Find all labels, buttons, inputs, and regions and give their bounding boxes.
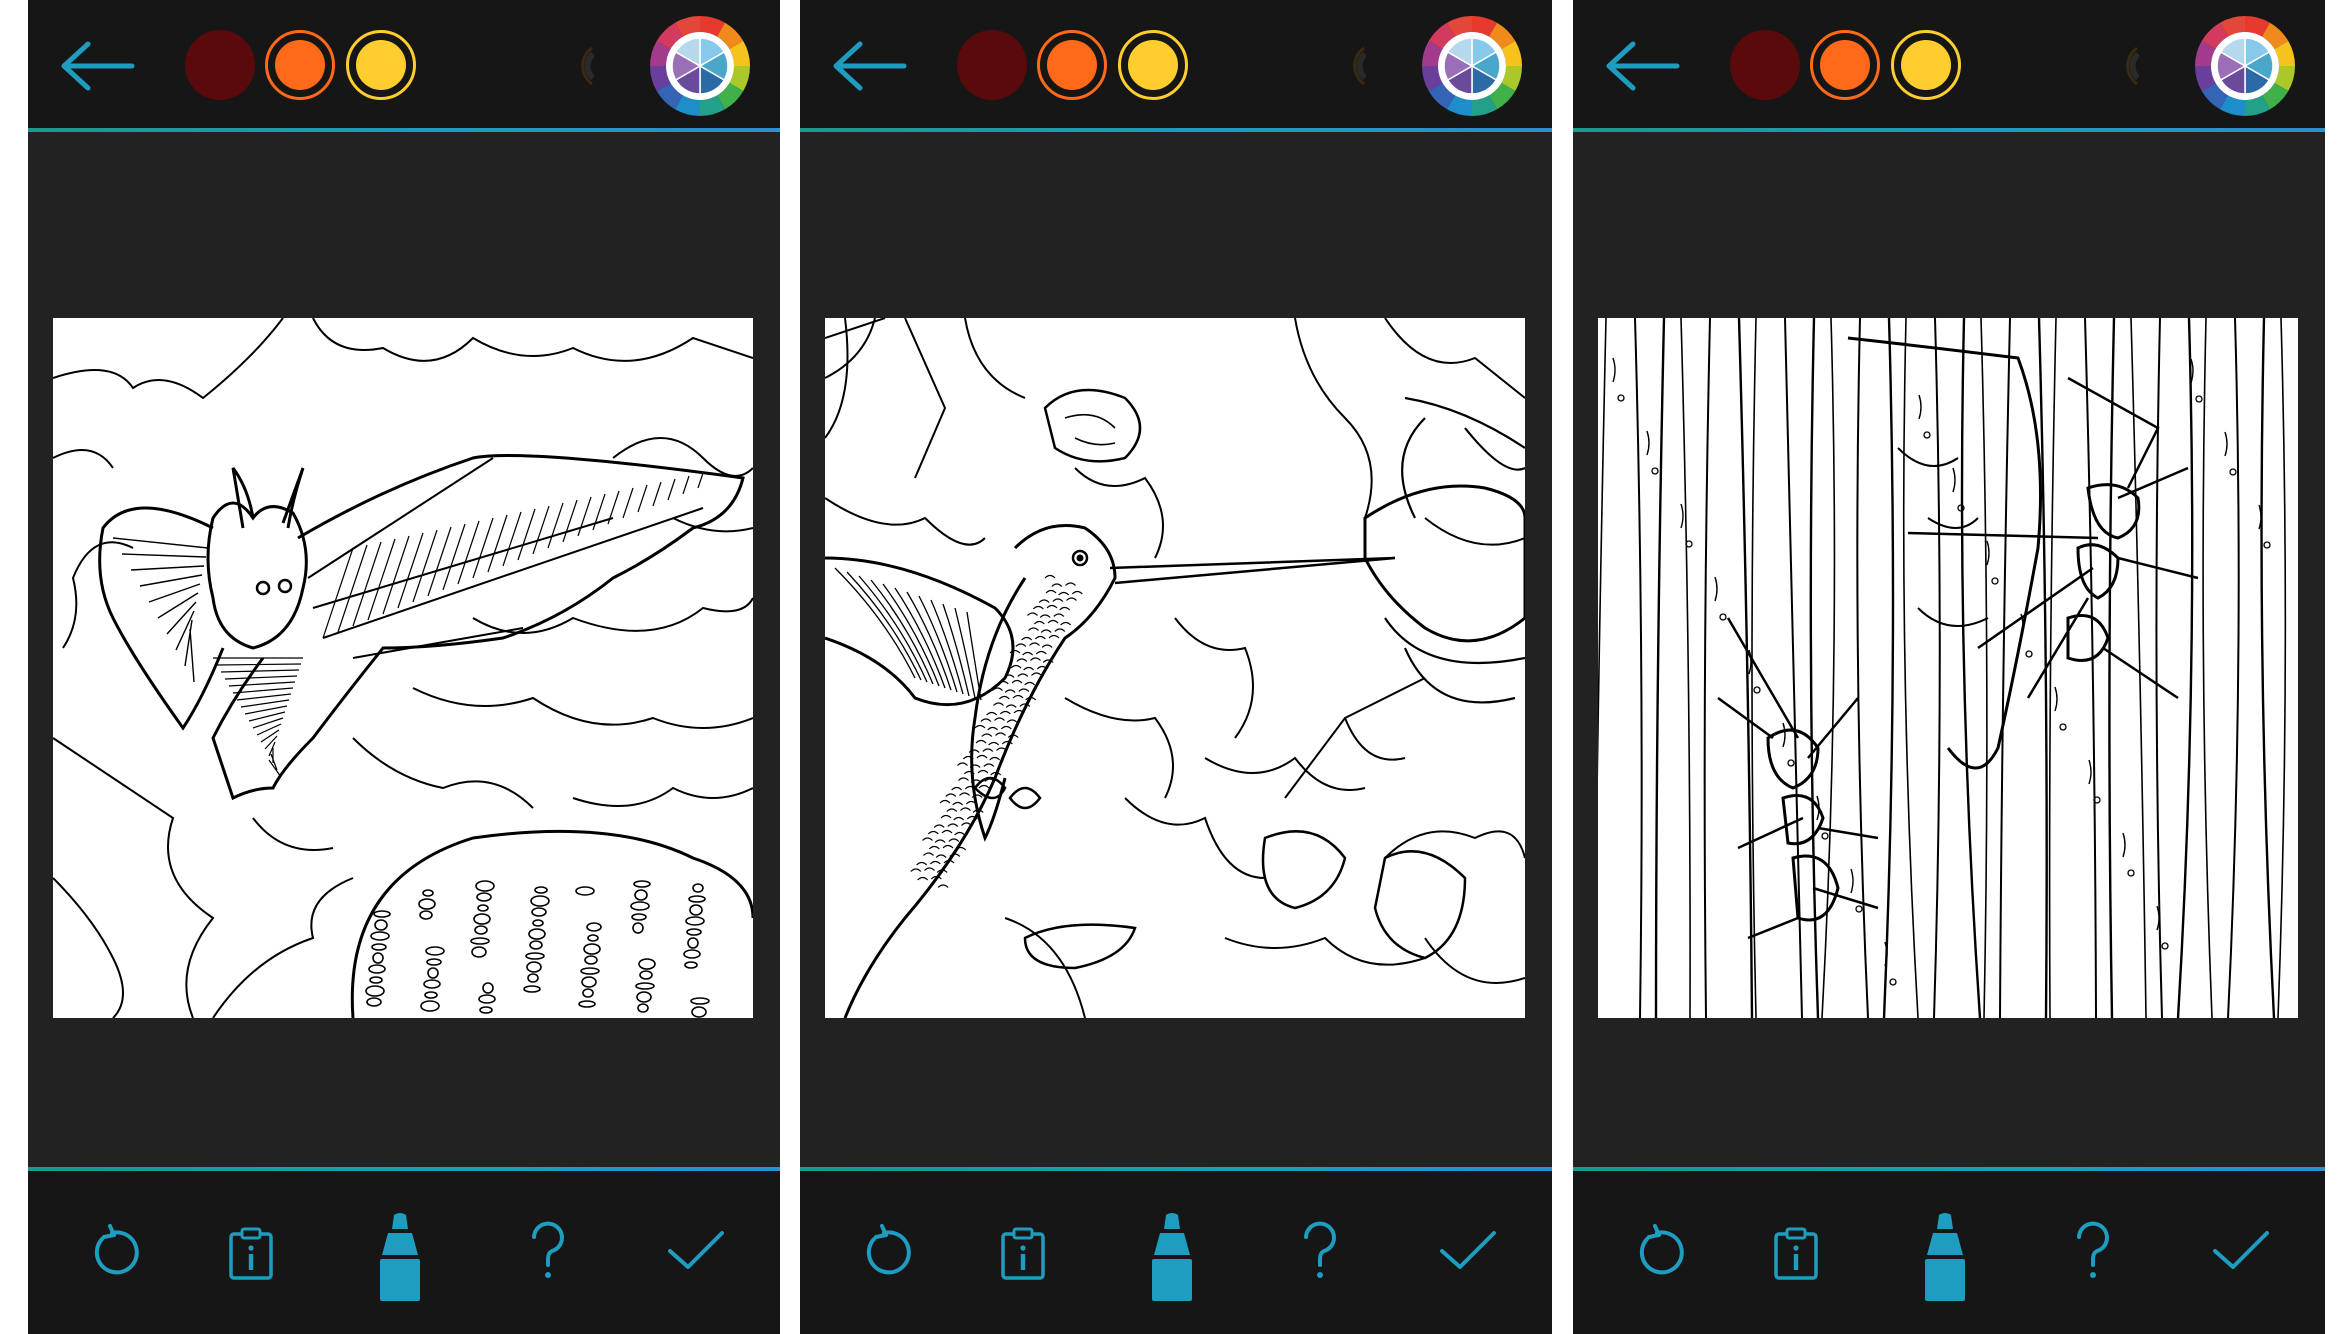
- undo-button[interactable]: [1633, 1223, 1689, 1279]
- back-button[interactable]: [830, 36, 910, 96]
- color-wheel-button[interactable]: [2193, 14, 2297, 118]
- undo-button[interactable]: [88, 1223, 144, 1279]
- color-swatch-partial[interactable]: [1352, 46, 1366, 86]
- color-swatch[interactable]: [1891, 30, 1961, 100]
- help-button[interactable]: [2073, 1221, 2113, 1281]
- info-button[interactable]: [228, 1227, 274, 1281]
- back-button[interactable]: [1603, 36, 1683, 96]
- checkmark-icon: [1440, 1231, 1496, 1269]
- screen-ants: [1573, 0, 2325, 1334]
- marker-icon: [1152, 1213, 1192, 1301]
- color-swatch[interactable]: [1810, 30, 1880, 100]
- undo-icon: [94, 1224, 139, 1275]
- help-button[interactable]: [528, 1221, 568, 1281]
- done-button[interactable]: [1438, 1229, 1498, 1273]
- top-toolbar: [1573, 0, 2325, 128]
- help-icon: [1304, 1221, 1336, 1278]
- checkmark-icon: [668, 1231, 724, 1269]
- marker-icon: [1925, 1213, 1965, 1301]
- color-wheel-button[interactable]: [648, 14, 752, 118]
- info-button[interactable]: [1000, 1227, 1046, 1281]
- screen-hummingbird: [800, 0, 1552, 1334]
- top-toolbar: [28, 0, 780, 128]
- coloring-page-hummingbird: [825, 318, 1525, 1018]
- color-wheel-button[interactable]: [1420, 14, 1524, 118]
- done-button[interactable]: [2211, 1229, 2271, 1273]
- back-button[interactable]: [58, 36, 138, 96]
- bottom-toolbar: [800, 1171, 1552, 1334]
- undo-icon: [1639, 1224, 1684, 1275]
- help-icon: [2077, 1221, 2109, 1278]
- marker-tool[interactable]: [1148, 1211, 1196, 1303]
- checkmark-icon: [2213, 1231, 2269, 1269]
- color-swatch-partial[interactable]: [580, 46, 594, 86]
- info-clipboard-icon: [1001, 1227, 1045, 1280]
- back-arrow-icon: [61, 41, 135, 91]
- info-button[interactable]: [1773, 1227, 1819, 1281]
- color-swatch[interactable]: [1730, 30, 1800, 100]
- bottom-toolbar: [28, 1171, 780, 1334]
- coloring-page-ants: [1598, 318, 2287, 1018]
- top-divider: [800, 128, 1552, 132]
- marker-icon: [380, 1213, 420, 1301]
- coloring-canvas[interactable]: [1598, 318, 2298, 1018]
- undo-icon: [866, 1224, 911, 1275]
- help-button[interactable]: [1300, 1221, 1340, 1281]
- color-wheel-icon: [2195, 16, 2295, 116]
- coloring-canvas[interactable]: [53, 318, 753, 1018]
- color-wheel-icon: [650, 16, 750, 116]
- done-button[interactable]: [666, 1229, 726, 1273]
- info-clipboard-icon: [229, 1227, 273, 1280]
- color-swatch[interactable]: [1118, 30, 1188, 100]
- marker-tool[interactable]: [376, 1211, 424, 1303]
- top-divider: [1573, 128, 2325, 132]
- screen-bat: [28, 0, 780, 1334]
- info-clipboard-icon: [1774, 1227, 1818, 1280]
- color-swatch[interactable]: [957, 30, 1027, 100]
- color-swatch[interactable]: [1037, 30, 1107, 100]
- top-divider: [28, 128, 780, 132]
- bottom-toolbar: [1573, 1171, 2325, 1334]
- color-swatch-partial[interactable]: [2125, 46, 2139, 86]
- color-swatch[interactable]: [265, 30, 335, 100]
- color-swatch[interactable]: [185, 30, 255, 100]
- back-arrow-icon: [833, 41, 907, 91]
- undo-button[interactable]: [860, 1223, 916, 1279]
- back-arrow-icon: [1606, 41, 1680, 91]
- color-swatch[interactable]: [346, 30, 416, 100]
- coloring-page-bat: [53, 318, 753, 1018]
- color-wheel-icon: [1422, 16, 1522, 116]
- marker-tool[interactable]: [1921, 1211, 1969, 1303]
- help-icon: [532, 1221, 564, 1278]
- top-toolbar: [800, 0, 1552, 128]
- coloring-canvas[interactable]: [825, 318, 1525, 1018]
